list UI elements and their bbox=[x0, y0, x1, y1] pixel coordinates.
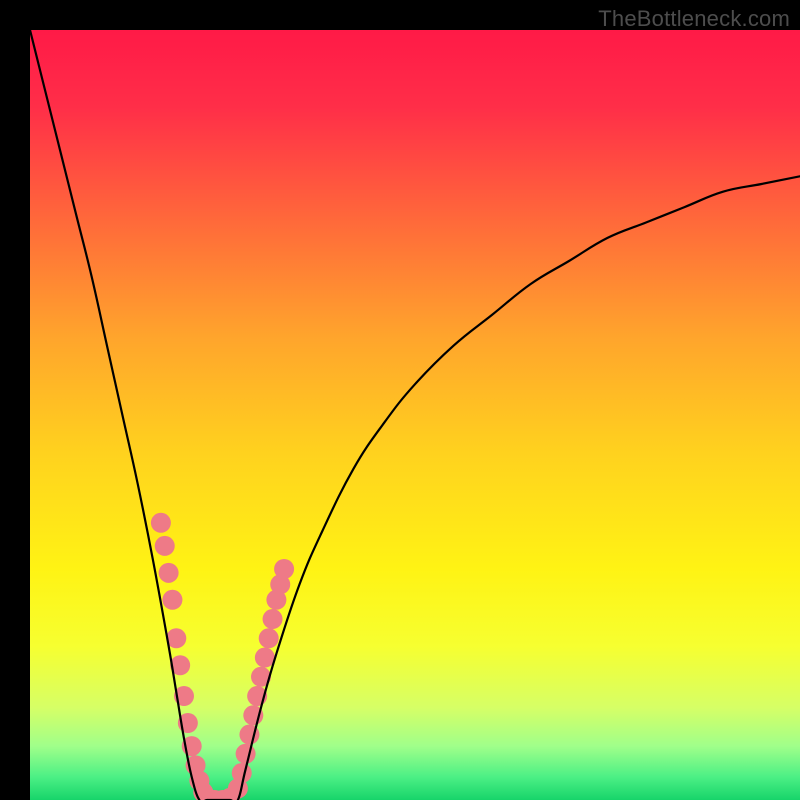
data-marker bbox=[236, 744, 256, 764]
data-marker bbox=[162, 590, 182, 610]
data-marker bbox=[232, 763, 252, 783]
data-marker bbox=[255, 648, 275, 668]
data-marker bbox=[259, 628, 279, 648]
data-marker bbox=[263, 609, 283, 629]
watermark-text: TheBottleneck.com bbox=[598, 6, 790, 32]
bottleneck-curve bbox=[30, 30, 800, 800]
data-marker bbox=[151, 513, 171, 533]
data-marker bbox=[159, 563, 179, 583]
marker-layer bbox=[151, 513, 294, 800]
curve-layer bbox=[30, 30, 800, 800]
plot-area bbox=[30, 30, 800, 800]
chart-frame: TheBottleneck.com bbox=[0, 0, 800, 800]
data-marker bbox=[155, 536, 175, 556]
data-marker bbox=[274, 559, 294, 579]
